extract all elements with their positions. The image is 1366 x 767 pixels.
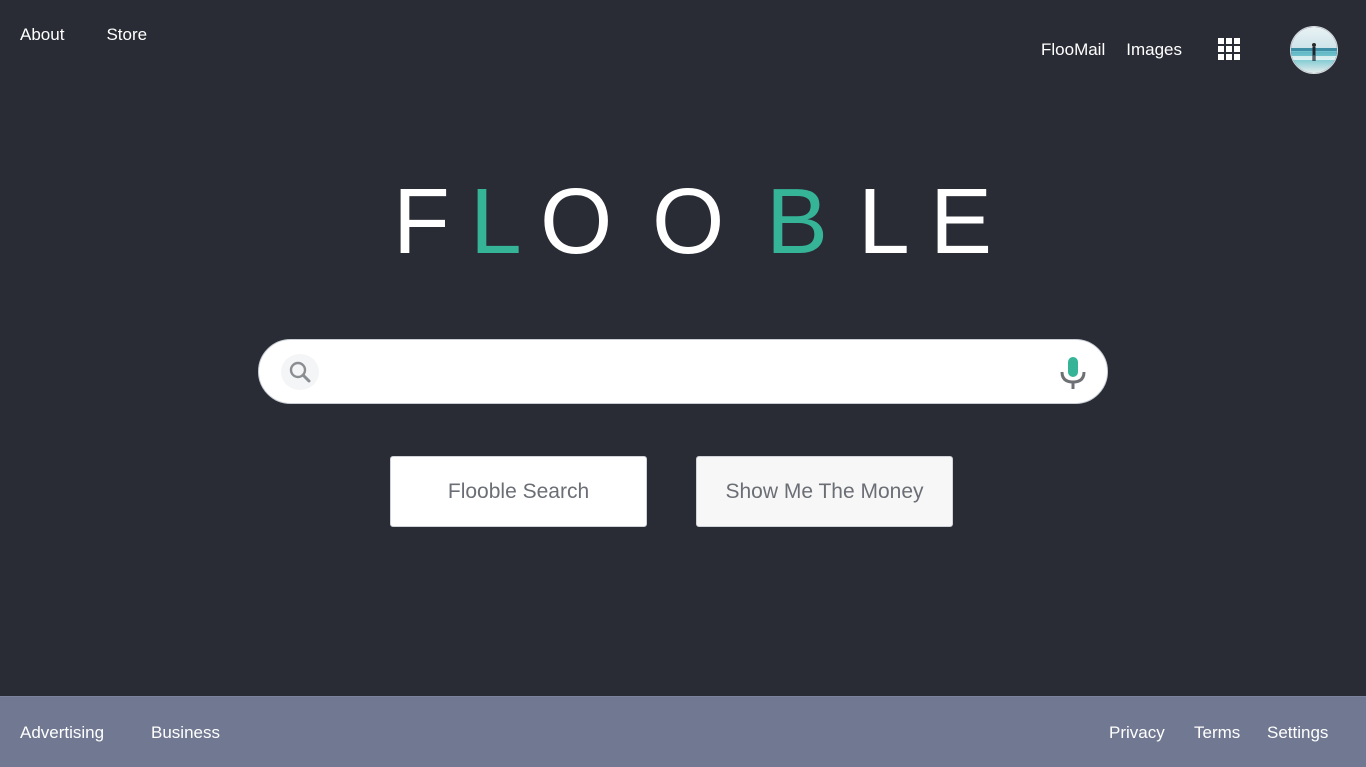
apps-grid-icon[interactable]	[1218, 38, 1242, 62]
advertising-link[interactable]: Advertising	[20, 722, 104, 744]
grid-cell	[1218, 38, 1224, 44]
grid-cell	[1226, 46, 1232, 52]
business-link[interactable]: Business	[151, 722, 220, 744]
magnifier-icon	[289, 361, 311, 383]
avatar-photo-icon	[1291, 27, 1337, 73]
grid-cell	[1234, 46, 1240, 52]
logo-letter: O	[652, 169, 725, 273]
mic-glyph-icon	[1060, 357, 1086, 389]
logo-letter: B	[766, 169, 829, 273]
top-right-nav: FlooMail Images	[1041, 26, 1338, 74]
logo-letter: O	[540, 169, 613, 273]
show-me-the-money-button[interactable]: Show Me The Money	[696, 456, 953, 527]
grid-cell	[1218, 54, 1224, 60]
settings-link[interactable]: Settings	[1267, 722, 1328, 744]
microphone-icon[interactable]	[1057, 355, 1089, 391]
privacy-link[interactable]: Privacy	[1109, 722, 1165, 744]
flooble-search-button[interactable]: Flooble Search	[390, 456, 647, 527]
top-left-nav: About Store	[20, 24, 147, 46]
about-link[interactable]: About	[20, 24, 64, 46]
floomail-link[interactable]: FlooMail	[1041, 39, 1105, 61]
user-avatar[interactable]	[1290, 26, 1338, 74]
logo-letter: F	[393, 169, 450, 273]
search-input[interactable]	[331, 352, 1035, 394]
logo-letter: E	[930, 169, 993, 273]
grid-cell	[1218, 46, 1224, 52]
search-bar	[258, 339, 1108, 404]
grid-cell	[1226, 38, 1232, 44]
grid-cell	[1234, 54, 1240, 60]
images-link[interactable]: Images	[1126, 39, 1182, 61]
grid-cell	[1226, 54, 1232, 60]
footer: Advertising Business Privacy Terms Setti…	[0, 696, 1366, 767]
search-icon[interactable]	[281, 354, 319, 390]
home-page: About Store FlooMail Images F L O O B L …	[0, 0, 1366, 767]
store-link[interactable]: Store	[106, 24, 147, 46]
terms-link[interactable]: Terms	[1194, 722, 1240, 744]
logo-letter: L	[470, 169, 522, 273]
logo-letter: L	[858, 169, 910, 273]
flooble-logo: F L O O B L E	[0, 166, 1366, 276]
grid-cell	[1234, 38, 1240, 44]
